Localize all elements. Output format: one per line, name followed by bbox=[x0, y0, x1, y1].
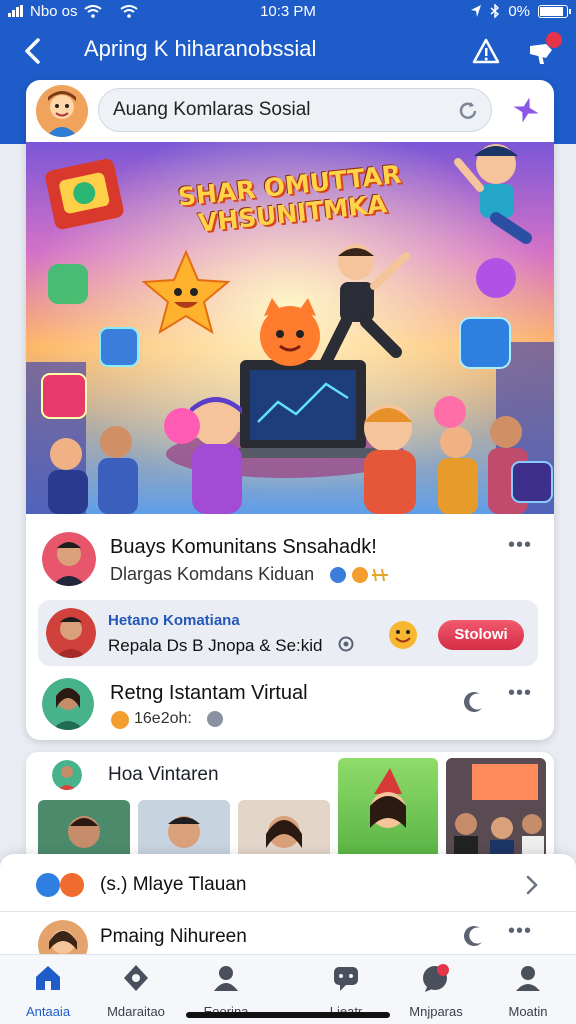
kid-left bbox=[190, 397, 242, 514]
chat-icon bbox=[334, 967, 358, 991]
follow-button[interactable]: Stolowi bbox=[438, 620, 524, 650]
back-icon[interactable] bbox=[18, 34, 48, 68]
post-avatar[interactable] bbox=[42, 532, 96, 586]
sheet-item[interactable]: (s.) Mlaye Tlauan bbox=[0, 854, 576, 912]
more-icon[interactable]: ••• bbox=[508, 534, 532, 557]
messages-icon bbox=[423, 964, 449, 992]
search-field[interactable] bbox=[98, 88, 492, 132]
moon-icon[interactable] bbox=[462, 924, 486, 948]
avatar-icon bbox=[42, 532, 96, 586]
highlight-item[interactable]: Hetano Komatiana Repala Ds B Jnopa & Se:… bbox=[38, 600, 538, 666]
post-item[interactable]: Retng Istantam Virtual 16e2oh: ••• bbox=[26, 672, 554, 738]
signal-icon bbox=[8, 5, 23, 17]
nav-people[interactable]: Eoorina bbox=[178, 963, 274, 1019]
home-indicator bbox=[186, 1012, 390, 1018]
home-icon bbox=[36, 966, 60, 990]
nav-label: Mnjparas bbox=[409, 1004, 463, 1019]
alert-icon bbox=[472, 38, 500, 64]
battery-percent: 0% bbox=[508, 2, 530, 20]
nav-messages[interactable]: Mnjparas bbox=[388, 963, 484, 1019]
refresh-icon[interactable] bbox=[457, 100, 479, 122]
post-title: Buays Komunitans Snsahadk! bbox=[110, 536, 377, 558]
gallery-avatar[interactable] bbox=[52, 760, 82, 790]
nav-label: Moatin bbox=[508, 1004, 548, 1019]
nav-explore[interactable]: Mdaraitao bbox=[88, 963, 184, 1019]
reaction-icons bbox=[36, 873, 84, 897]
nav-profile[interactable]: Moatin bbox=[480, 963, 576, 1019]
alert-button[interactable] bbox=[470, 36, 502, 68]
explore-icon bbox=[124, 965, 148, 991]
main-card: SHAR OMUTTAR VHSUNITMKA Buays Komunitans… bbox=[26, 80, 554, 740]
status-bar: Nbo os 10:3 PM 0% bbox=[0, 0, 576, 22]
wifi-icon bbox=[83, 4, 102, 18]
gallery-title: Hoa Vintaren bbox=[108, 764, 219, 785]
people-icon bbox=[214, 966, 238, 991]
carrier-label: Nbo os bbox=[30, 2, 78, 20]
avatar-icon bbox=[42, 678, 94, 730]
post-title: Retng Istantam Virtual bbox=[110, 682, 308, 704]
status-time: 10:3 PM bbox=[260, 2, 316, 20]
more-icon[interactable]: ••• bbox=[508, 682, 532, 705]
page-title: Apring K hiharanobssial bbox=[84, 36, 317, 61]
sparkle-icon[interactable] bbox=[512, 96, 540, 124]
cat-mascot bbox=[260, 298, 320, 366]
battery-icon bbox=[538, 4, 571, 18]
user-avatar[interactable] bbox=[36, 85, 88, 137]
avatar-icon bbox=[46, 608, 96, 658]
post-avatar[interactable] bbox=[46, 608, 96, 658]
avatar-face-icon bbox=[36, 85, 88, 137]
emoji-reactions-icon bbox=[330, 567, 388, 583]
notification-button[interactable] bbox=[526, 32, 562, 68]
nav-label: Antaaia bbox=[25, 1004, 71, 1019]
smile-emoji-icon bbox=[389, 621, 417, 649]
emoji-icon bbox=[111, 711, 129, 729]
moon-icon[interactable] bbox=[462, 690, 486, 714]
bluetooth-icon bbox=[490, 4, 500, 18]
search-input[interactable] bbox=[113, 99, 433, 121]
bottom-sheet: (s.) Mlaye Tlauan Pmaing Nihureen ••• bbox=[0, 854, 576, 970]
post-meta: 16e2oh: bbox=[134, 710, 192, 727]
avatar-icon bbox=[52, 760, 82, 790]
nav-label: Mdaraitao bbox=[107, 1004, 165, 1019]
sheet-item[interactable]: Pmaing Nihureen ••• bbox=[0, 912, 576, 970]
kid-right bbox=[364, 404, 416, 514]
nav-home[interactable]: Antaaia bbox=[0, 963, 96, 1019]
location-icon bbox=[471, 5, 482, 17]
more-icon[interactable]: ••• bbox=[508, 920, 532, 943]
wifi-icon-2 bbox=[119, 4, 138, 18]
target-icon bbox=[338, 636, 354, 652]
sheet-item-label: (s.) Mlaye Tlauan bbox=[100, 874, 247, 895]
post-avatar[interactable] bbox=[42, 678, 94, 730]
notification-badge bbox=[546, 32, 562, 48]
shield-icon bbox=[207, 711, 223, 727]
profile-icon bbox=[516, 966, 540, 991]
post-subtitle: Repala Ds B Jnopa & Se:kid bbox=[108, 636, 323, 655]
sheet-item-label: Pmaing Nihureen bbox=[100, 926, 247, 947]
post-title: Hetano Komatiana bbox=[108, 612, 240, 629]
hero-banner[interactable]: SHAR OMUTTAR VHSUNITMKA bbox=[26, 142, 554, 514]
search-row bbox=[26, 80, 554, 142]
post-item[interactable]: Buays Komunitans Snsahadk! Dlargas Komda… bbox=[26, 520, 554, 596]
chevron-right-icon[interactable] bbox=[524, 874, 540, 896]
nav-chat[interactable]: Lieatr bbox=[298, 963, 394, 1019]
post-subtitle: Dlargas Komdans Kiduan bbox=[110, 564, 315, 584]
